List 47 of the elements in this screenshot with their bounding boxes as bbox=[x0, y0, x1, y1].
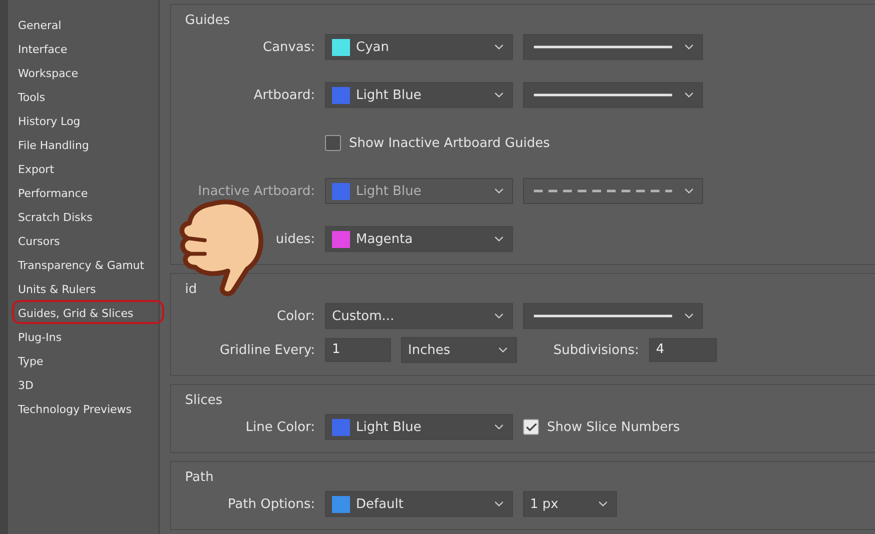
input-field[interactable]: 1 bbox=[325, 338, 391, 362]
sidebar-item[interactable]: Units & Rulers bbox=[12, 276, 164, 300]
field-label: Canvas: bbox=[262, 40, 315, 54]
sidebar-item[interactable]: Type bbox=[12, 348, 164, 372]
sidebar-item[interactable]: Interface bbox=[12, 36, 164, 60]
sidebar-item[interactable]: Tools bbox=[12, 84, 164, 108]
color-dropdown[interactable]: Light Blue bbox=[325, 414, 513, 440]
unit-dropdown[interactable]: Inches bbox=[401, 337, 517, 363]
color-dropdown[interactable]: Light Blue bbox=[325, 82, 513, 108]
field-label: Gridline Every: bbox=[218, 342, 315, 358]
checkbox[interactable] bbox=[325, 135, 341, 151]
sidebar-item[interactable]: Scratch Disks bbox=[12, 204, 164, 228]
color-dropdown[interactable]: Magenta bbox=[325, 226, 513, 252]
sidebar-item[interactable]: Plug-Ins bbox=[12, 324, 164, 348]
field-label: Path Options: bbox=[226, 496, 315, 512]
sidebar-item[interactable]: 3D bbox=[12, 372, 164, 396]
section-title: Path bbox=[184, 470, 214, 485]
line-style-dropdown[interactable] bbox=[523, 34, 703, 60]
sidebar-item[interactable]: Technology Previews bbox=[12, 396, 164, 420]
field-label: uides: bbox=[274, 232, 315, 246]
section-title: Guides bbox=[184, 13, 230, 28]
checkbox-label: Show Inactive Artboard Guides bbox=[349, 136, 550, 150]
checkbox-label: Show Slice Numbers bbox=[547, 420, 680, 434]
field-label: Subdivisions: bbox=[552, 342, 639, 358]
sidebar-item[interactable]: Performance bbox=[12, 180, 164, 204]
sidebar-item[interactable]: Transparency & Gamut bbox=[12, 252, 164, 276]
sidebar-item[interactable]: History Log bbox=[12, 108, 164, 132]
field-label: Color: bbox=[276, 308, 315, 324]
input-field[interactable]: 4 bbox=[649, 338, 717, 362]
color-dropdown[interactable]: Custom... bbox=[325, 303, 513, 329]
section-title: id bbox=[184, 282, 197, 297]
sidebar-item[interactable]: General bbox=[12, 12, 164, 36]
sidebar-item[interactable]: File Handling bbox=[12, 132, 164, 156]
checkbox[interactable] bbox=[523, 419, 539, 435]
sidebar-item[interactable]: Export bbox=[12, 156, 164, 180]
color-dropdown[interactable]: Default bbox=[325, 491, 513, 517]
sidebar-item[interactable]: Cursors bbox=[12, 228, 164, 252]
line-style-dropdown[interactable] bbox=[523, 303, 703, 329]
sidebar-item[interactable]: Guides, Grid & Slices bbox=[12, 300, 164, 324]
line-style-dropdown[interactable] bbox=[523, 82, 703, 108]
section-title: Slices bbox=[184, 393, 222, 408]
color-dropdown[interactable]: Cyan bbox=[325, 34, 513, 60]
field-label: Inactive Artboard: bbox=[197, 184, 315, 198]
field-label: Artboard: bbox=[252, 88, 315, 102]
field-label: Line Color: bbox=[244, 420, 315, 434]
size-dropdown[interactable]: 1 px bbox=[523, 491, 617, 517]
sidebar-item[interactable]: Workspace bbox=[12, 60, 164, 84]
